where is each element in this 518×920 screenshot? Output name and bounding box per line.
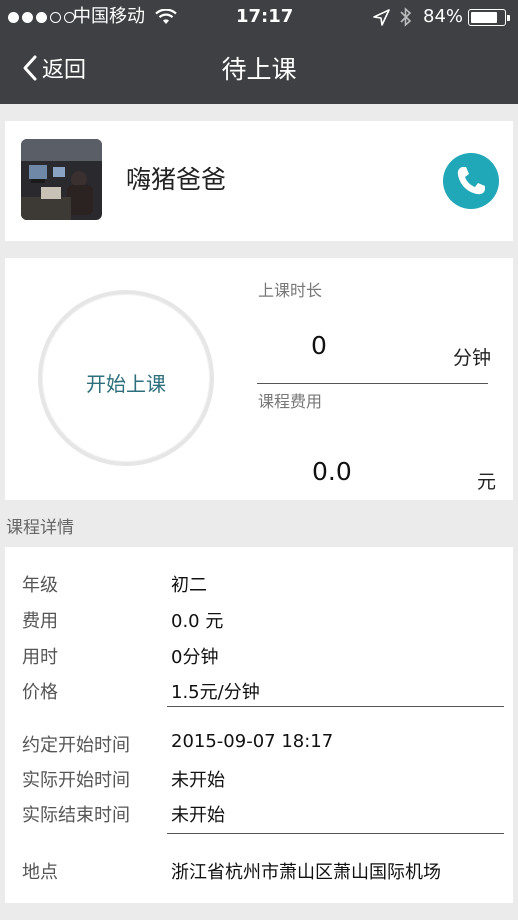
signal-strength-icon [8,12,75,23]
grade-value: 初二 [171,575,207,596]
grade-label: 年级 [22,575,58,596]
call-button[interactable] [443,153,499,209]
clock-time: 17:17 [236,6,294,27]
scheduled-start-label: 约定开始时间 [22,735,130,756]
divider [257,383,488,384]
duration-value: 0 [311,331,327,360]
battery-icon [468,9,510,26]
time-used-value: 0分钟 [171,647,219,668]
page-title: 待上课 [221,55,297,84]
status-bar: 中国移动 17:17 84% [0,0,518,34]
battery-percent: 84% [423,6,464,27]
contact-name: 嗨猪爸爸 [126,165,227,194]
price-label: 价格 [22,682,58,703]
course-details-card: 年级 初二 费用 0.0 元 用时 0分钟 价格 1.5元/分钟 约定开始时间 … [5,547,513,903]
fee-detail-value: 0.0 元 [171,611,224,632]
location-label: 地点 [22,862,58,883]
fee-value: 0.0 [312,457,352,486]
carrier-name: 中国移动 [73,6,145,27]
divider [167,706,504,707]
actual-start-value: 未开始 [171,770,225,791]
duration-label: 上课时长 [258,281,323,300]
start-class-label: 开始上课 [86,372,166,396]
time-used-label: 用时 [22,647,58,668]
actual-end-value: 未开始 [171,805,225,826]
duration-unit: 分钟 [453,347,492,369]
location-arrow-icon [373,9,390,26]
phone-icon [457,167,485,195]
course-details-title: 课程详情 [6,518,74,538]
price-value: 1.5元/分钟 [171,682,260,703]
fee-label: 课程费用 [258,392,323,411]
avatar[interactable] [21,139,102,220]
avatar-photo [21,139,102,220]
fee-detail-label: 费用 [22,611,58,632]
start-class-button[interactable]: 开始上课 [38,290,214,466]
location-value: 浙江省杭州市萧山区萧山国际机场 [171,862,441,883]
navigation-bar: 返回 待上课 [0,34,518,104]
scheduled-start-value: 2015-09-07 18:17 [171,731,334,752]
wifi-icon [155,9,177,24]
fee-unit: 元 [477,471,497,493]
actual-start-label: 实际开始时间 [22,770,130,791]
bluetooth-icon [400,7,412,27]
divider [167,833,504,834]
actual-end-label: 实际结束时间 [22,805,130,826]
